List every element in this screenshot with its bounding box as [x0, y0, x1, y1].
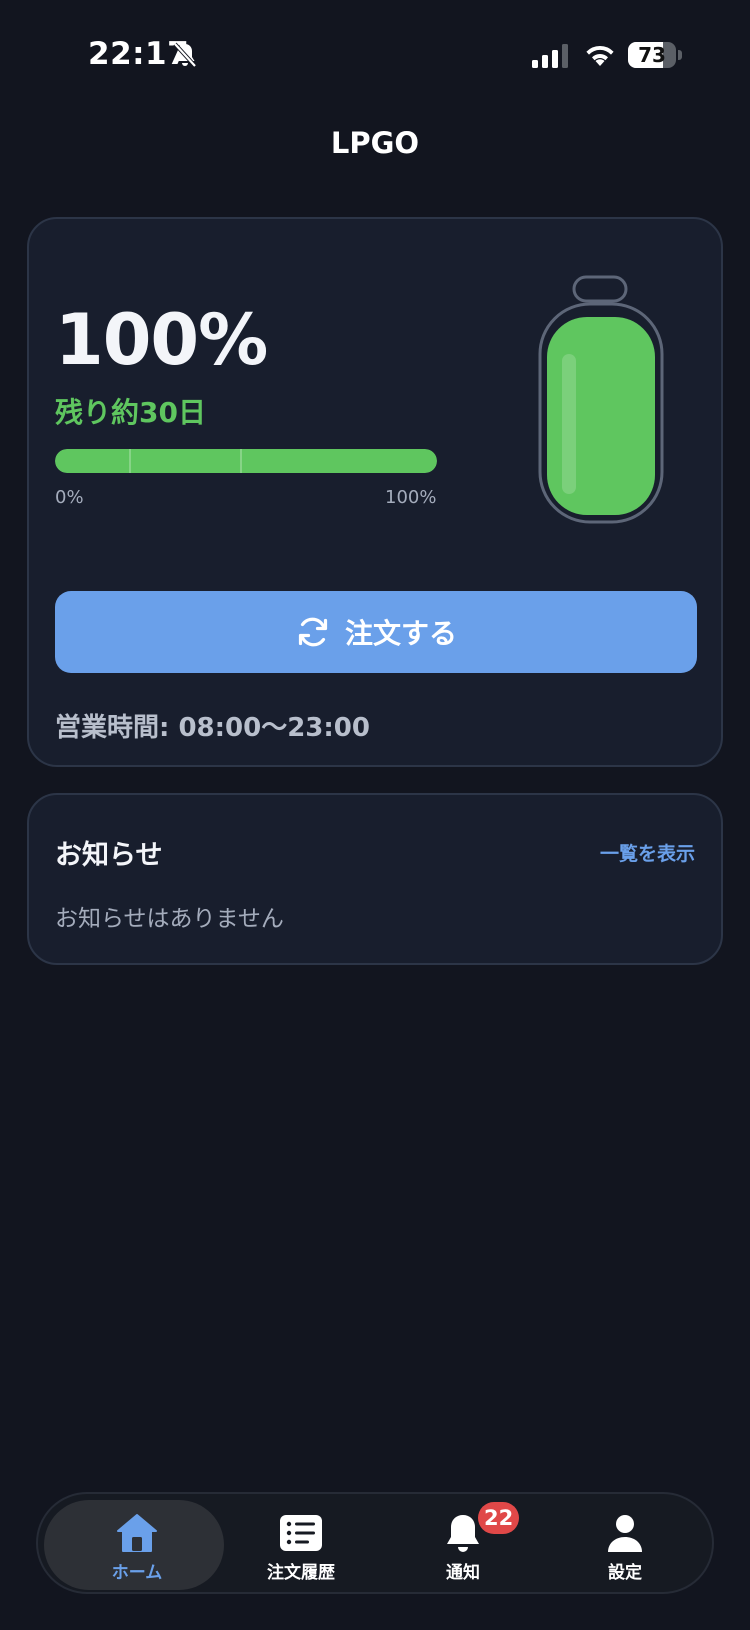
remaining-days: 残り約30日: [55, 396, 206, 429]
news-title: お知らせ: [55, 840, 163, 871]
tab-notifications-label: 通知: [446, 1563, 480, 1583]
tab-notifications[interactable]: 通知 22: [382, 1494, 544, 1592]
wifi-icon: [586, 45, 614, 66]
order-button[interactable]: 注文する: [55, 591, 697, 673]
cellular-signal-icon: [532, 44, 568, 68]
gauge-tick: [240, 449, 242, 473]
home-icon: [117, 1514, 157, 1552]
tab-home-label: ホーム: [111, 1563, 163, 1583]
gas-gauge-fill: [55, 449, 437, 473]
business-hours: 営業時間: 08:00〜23:00: [55, 713, 370, 743]
gas-level-card: 100% 残り約30日 0% 100% 注文する 営業時間: 08:00〜23:…: [27, 217, 723, 767]
tab-order-history[interactable]: 注文履歴: [220, 1494, 382, 1592]
page-title: LPGO: [330, 126, 420, 160]
gauge-min-label: 0%: [55, 487, 84, 508]
person-icon: [608, 1515, 642, 1552]
tab-home[interactable]: ホーム: [54, 1494, 220, 1592]
gauge-tick: [129, 449, 131, 473]
battery-level: 73: [638, 43, 666, 67]
tab-settings-label: 設定: [608, 1563, 642, 1583]
battery-icon: 73: [628, 42, 682, 68]
status-bar: 22:17 73: [0, 0, 750, 110]
news-empty-message: お知らせはありません: [55, 906, 284, 932]
tab-bar: ホーム 注文履歴 通知 22 設定: [36, 1492, 714, 1594]
gas-tank-icon: [538, 275, 664, 524]
tab-order-history-label: 注文履歴: [267, 1563, 335, 1583]
view-all-link[interactable]: 一覧を表示: [600, 839, 695, 866]
order-button-label: 注文する: [344, 617, 457, 650]
refresh-icon: [298, 617, 328, 647]
notification-badge: 22: [478, 1502, 520, 1534]
gauge-max-label: 100%: [385, 487, 437, 508]
gas-gauge: [55, 449, 437, 473]
bell-slash-icon: [173, 42, 197, 68]
list-icon: [280, 1515, 322, 1551]
gas-percent: 100%: [55, 299, 268, 381]
tab-settings[interactable]: 設定: [544, 1494, 706, 1592]
news-card: お知らせ 一覧を表示 お知らせはありません: [27, 793, 723, 965]
